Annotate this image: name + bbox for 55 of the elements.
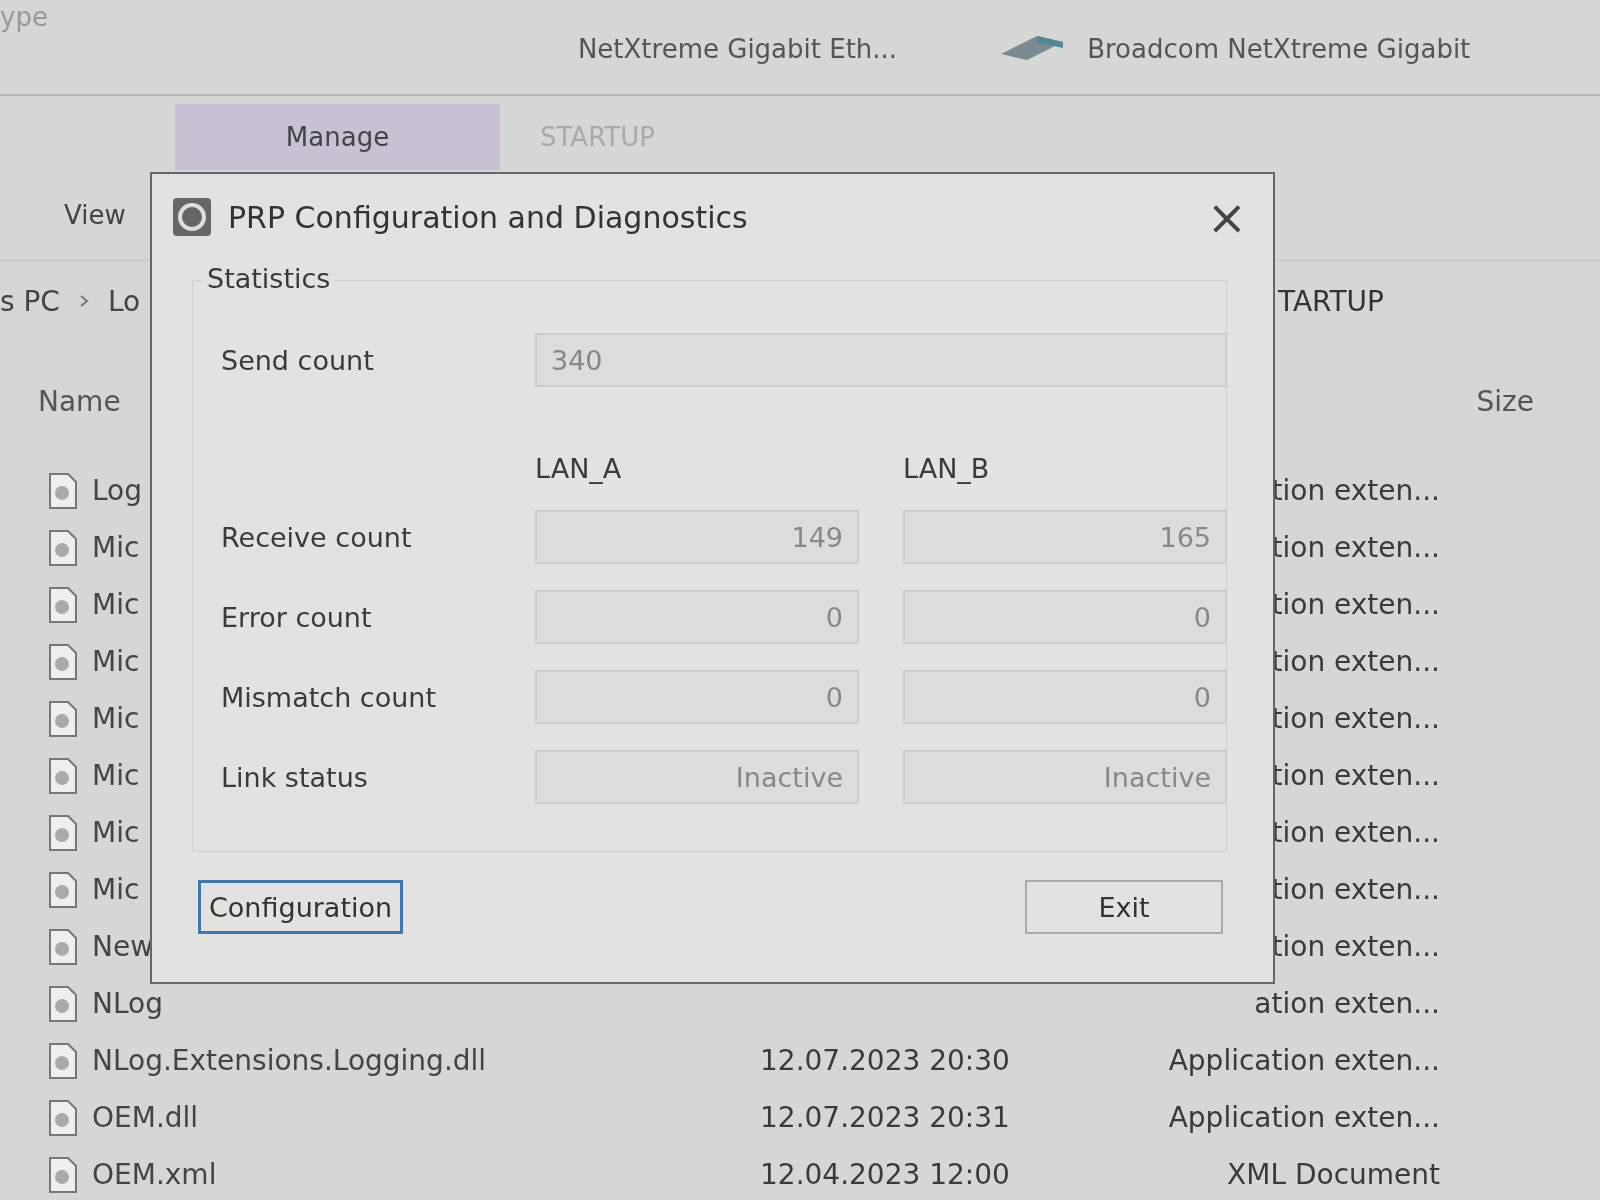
file-type: XML Document [1227,1158,1440,1191]
file-icon [48,585,78,624]
file-name[interactable]: Log [92,474,142,507]
file-name[interactable]: Mic [92,702,140,735]
column-label: LAN_B [903,453,991,484]
file-type: ation exten... [1254,987,1440,1020]
file-date: 12.07.2023 20:30 [760,1044,1010,1077]
file-type: Application exten... [1168,1044,1440,1077]
file-name[interactable]: Mic [92,531,140,564]
view-menu[interactable]: View [58,199,132,231]
file-date: 12.07.2023 20:31 [760,1101,1010,1134]
file-name[interactable]: Mic [92,588,140,621]
file-icon [48,756,78,795]
file-name[interactable]: OEM.xml [92,1158,217,1191]
adapter-name: NetXtreme Gigabit Eth... [577,34,898,64]
file-name[interactable]: Mic [92,645,140,678]
field-label: Send count [221,344,375,376]
file-name[interactable]: NLog.Extensions.Logging.dll [92,1044,487,1077]
file-icon [48,1098,78,1137]
ribbon-tab-text: TARTUP [1278,284,1384,318]
field-label: Receive count [221,521,413,553]
file-date: 12.04.2023 12:00 [760,1158,1010,1191]
configuration-button[interactable]: Configuration [198,880,404,934]
file-icon [48,813,78,852]
column-header[interactable]: Name [32,384,127,419]
file-icon [48,1155,78,1194]
file-name[interactable]: New [92,930,154,963]
file-icon [48,927,78,966]
breadcrumb-item[interactable]: s PC [0,284,60,318]
file-name[interactable]: Mic [92,759,140,792]
file-icon [48,984,78,1023]
column-header[interactable]: Size [1470,384,1540,419]
close-button[interactable]: × [1200,188,1253,246]
ribbon-tab[interactable]: Manage [175,104,500,170]
file-name[interactable]: Mic [92,816,140,849]
column-label: LAN_A [535,453,623,484]
file-icon [48,699,78,738]
file-icon [48,870,78,909]
field-label: Mismatch count [221,681,437,713]
file-icon [48,1041,78,1080]
field-label: Error count [221,601,373,633]
file-icon [48,528,78,567]
file-name[interactable]: NLog [92,987,163,1020]
file-icon [48,642,78,681]
file-type: Application exten... [1168,1101,1440,1134]
adapter-name: Broadcom NetXtreme Gigabit [1087,34,1471,64]
exit-button[interactable]: Exit [1025,880,1223,934]
breadcrumb-item[interactable]: Lo [107,284,141,318]
file-name[interactable]: Mic [92,873,140,906]
window-title: PRP Configuration and Diagnostics [228,199,748,235]
app-icon [172,197,212,237]
field-label: Link status [221,761,369,793]
column-text: ype [0,2,48,32]
file-icon [48,471,78,510]
file-name[interactable]: OEM.dll [92,1101,199,1134]
